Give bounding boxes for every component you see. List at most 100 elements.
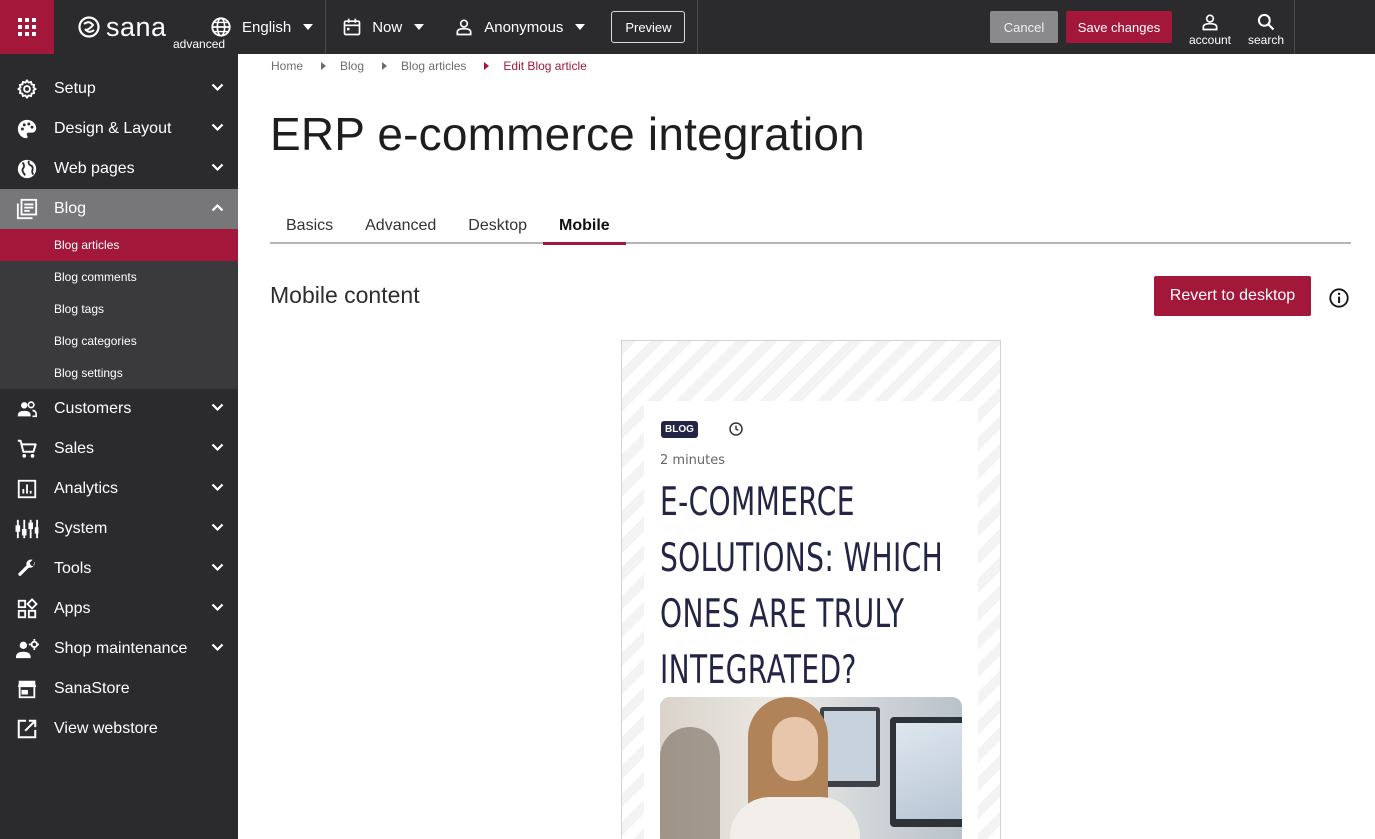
tab-basics[interactable]: Basics xyxy=(270,211,349,242)
maintenance-icon xyxy=(16,638,39,659)
revert-to-desktop-button[interactable]: Revert to desktop xyxy=(1154,276,1311,316)
sidebar-item-tools[interactable]: Tools xyxy=(0,549,238,589)
account-button[interactable]: account xyxy=(1182,8,1238,47)
breadcrumb: Home Blog Blog articles Edit Blog articl… xyxy=(271,59,587,73)
mobile-preview[interactable]: BLOG 2 minutes E-COMMERCE SOLUTIONS: WHI… xyxy=(621,340,1001,839)
breadcrumb-blog-articles[interactable]: Blog articles xyxy=(401,59,466,73)
top-bar: sana advanced English Now Anonymous Prev… xyxy=(0,0,1375,54)
language-label: English xyxy=(242,18,292,36)
sidebar-item-sanastore[interactable]: SanaStore xyxy=(0,669,238,709)
chevron-down-icon xyxy=(211,443,224,452)
sliders-icon xyxy=(15,519,39,539)
grid-icon xyxy=(18,18,36,36)
chevron-down-icon xyxy=(211,123,224,132)
breadcrumb-home[interactable]: Home xyxy=(271,59,303,73)
chevron-down-icon xyxy=(211,163,224,172)
account-icon xyxy=(1202,14,1218,30)
sidebar-item-apps[interactable]: Apps xyxy=(0,589,238,629)
sidebar-subitem-blog-tags[interactable]: Blog tags xyxy=(0,293,238,325)
sidebar-subitem-blog-articles[interactable]: Blog articles xyxy=(0,229,238,261)
sidebar-item-web-pages[interactable]: Web pages xyxy=(0,149,238,189)
tab-mobile[interactable]: Mobile xyxy=(543,211,626,245)
tab-desktop[interactable]: Desktop xyxy=(452,211,543,242)
sidebar-item-label: Design & Layout xyxy=(54,120,172,137)
sidebar-item-label: View webstore xyxy=(54,720,158,737)
page-title: ERP e-commerce integration xyxy=(270,108,865,160)
article-title-line: SOLUTIONS: WHICH xyxy=(660,536,944,581)
chevron-down-icon xyxy=(211,403,224,412)
sidebar-subitem-blog-comments[interactable]: Blog comments xyxy=(0,261,238,293)
main-content: Home Blog Blog articles Edit Blog articl… xyxy=(238,54,1375,839)
sidebar-item-label: Blog xyxy=(54,200,87,217)
breadcrumb-blog[interactable]: Blog xyxy=(340,59,364,73)
article-image xyxy=(660,697,962,839)
sidebar-item-setup[interactable]: Setup xyxy=(0,69,238,109)
chevron-down-icon xyxy=(211,643,224,652)
app-launcher-button[interactable] xyxy=(0,0,54,54)
article-title-line: ONES ARE TRULY xyxy=(660,592,905,637)
blog-badge: BLOG xyxy=(661,421,698,438)
chevron-down-icon xyxy=(211,483,224,492)
person-icon xyxy=(456,19,472,36)
sidebar-item-label: Web pages xyxy=(54,160,135,177)
sidebar-item-label: Setup xyxy=(54,80,96,97)
sidebar-item-analytics[interactable]: Analytics xyxy=(0,469,238,509)
chevron-down-icon xyxy=(211,83,224,92)
divider xyxy=(697,0,699,54)
sidebar-item-system[interactable]: System xyxy=(0,509,238,549)
article-title-line: INTEGRATED? xyxy=(660,648,857,693)
apps-icon xyxy=(17,598,38,619)
globe-icon xyxy=(211,17,231,37)
blog-icon xyxy=(16,198,38,220)
logo-edition: advanced xyxy=(173,37,226,51)
sidebar-item-sales[interactable]: Sales xyxy=(0,429,238,469)
sidebar-item-label: Customers xyxy=(54,400,132,417)
breadcrumb-separator-icon xyxy=(382,62,388,70)
date-selector[interactable]: Now xyxy=(326,0,436,54)
sidebar-subitem-blog-settings[interactable]: Blog settings xyxy=(0,357,238,389)
sidebar-item-blog[interactable]: Blog xyxy=(0,189,238,229)
sidebar-item-label: SanaStore xyxy=(54,680,130,697)
info-icon[interactable] xyxy=(1328,287,1350,309)
preview-button[interactable]: Preview xyxy=(611,11,686,43)
people-icon xyxy=(17,401,37,418)
user-selector[interactable]: Anonymous xyxy=(436,0,597,54)
chevron-down-icon xyxy=(211,563,224,572)
sidebar-item-label: System xyxy=(54,520,108,537)
cart-icon xyxy=(17,439,37,458)
article-title: E-COMMERCE SOLUTIONS: WHICH ONES ARE TRU… xyxy=(660,475,962,699)
sidebar-item-customers[interactable]: Customers xyxy=(0,389,238,429)
date-label: Now xyxy=(372,18,403,36)
search-button[interactable]: search xyxy=(1238,8,1294,47)
chart-icon xyxy=(17,479,37,499)
sidebar-item-shop-maintenance[interactable]: Shop maintenance xyxy=(0,629,238,669)
search-icon xyxy=(1257,13,1275,30)
sidebar-item-label: Sales xyxy=(54,440,95,457)
chevron-down-icon xyxy=(575,24,586,30)
chevron-down-icon xyxy=(414,24,425,30)
section-title: Mobile content xyxy=(270,282,420,308)
tab-advanced[interactable]: Advanced xyxy=(349,211,452,242)
user-label: Anonymous xyxy=(484,18,564,36)
topbar-spacer xyxy=(1294,0,1375,54)
sidebar-item-label: Apps xyxy=(54,600,91,617)
save-changes-button[interactable]: Save changes xyxy=(1066,11,1172,43)
sidebar-item-design-layout[interactable]: Design & Layout xyxy=(0,109,238,149)
logo-text: sana xyxy=(106,11,167,42)
store-icon xyxy=(17,680,37,699)
sidebar-item-label: Analytics xyxy=(54,480,119,497)
sidebar-subitem-blog-categories[interactable]: Blog categories xyxy=(0,325,238,357)
read-time: 2 minutes xyxy=(660,453,726,468)
topbar-actions: Cancel Save changes account search xyxy=(990,0,1375,54)
chevron-up-icon xyxy=(211,203,224,212)
sidebar-item-label: Tools xyxy=(54,560,92,577)
gear-icon xyxy=(17,79,37,99)
sidebar: Setup Design & Layout Web pages Blog Blo… xyxy=(0,54,238,839)
sana-logo[interactable]: sana advanced xyxy=(54,0,225,54)
sidebar-item-view-webstore[interactable]: View webstore xyxy=(0,709,238,749)
chevron-down-icon xyxy=(303,24,314,30)
article-title-line: E-COMMERCE xyxy=(660,480,855,525)
sana-logo-icon xyxy=(78,16,100,38)
cancel-button[interactable]: Cancel xyxy=(990,11,1058,43)
tab-bar: Basics Advanced Desktop Mobile xyxy=(270,211,1351,245)
